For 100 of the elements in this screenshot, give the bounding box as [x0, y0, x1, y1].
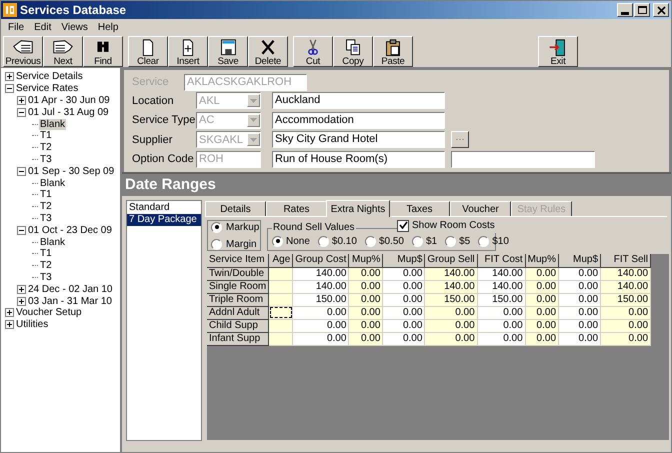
expand-icon[interactable]: [5, 308, 14, 318]
toolbar-button[interactable]: Insert: [168, 36, 208, 67]
toolbar-button[interactable]: Cut: [293, 36, 333, 67]
table-cell[interactable]: 0.00: [424, 306, 478, 319]
collapse-icon[interactable]: [5, 84, 14, 94]
tree-item[interactable]: 01 Apr - 30 Jun 09: [27, 94, 111, 106]
table-cell[interactable]: 0.00: [382, 293, 425, 306]
tree-item[interactable]: 01 Jul - 31 Aug 09: [27, 106, 110, 118]
table-cell[interactable]: 140.00: [600, 267, 651, 280]
toolbar-button[interactable]: Exit: [538, 36, 578, 67]
table-cell[interactable]: 0.00: [424, 332, 478, 345]
tree-item[interactable]: 01 Oct - 23 Dec 09: [27, 224, 113, 236]
radio-button[interactable]: [272, 236, 283, 246]
tree-item[interactable]: Voucher Setup: [15, 307, 83, 318]
tree-item[interactable]: T3: [39, 272, 53, 283]
table-cell[interactable]: 0.00: [348, 306, 383, 319]
table-cell[interactable]: 0.00: [382, 280, 425, 293]
table-cell[interactable]: 0.00: [348, 267, 383, 280]
table-cell[interactable]: 150.00: [424, 293, 478, 306]
table-cell[interactable]: 0.00: [348, 332, 383, 345]
tree-item[interactable]: Blank: [39, 118, 66, 130]
tree-item[interactable]: 24 Dec - 02 Jan 10: [27, 284, 114, 295]
menu-item[interactable]: Edit: [29, 20, 56, 34]
radio-button[interactable]: [211, 222, 222, 232]
tab[interactable]: Rates: [266, 201, 327, 216]
tree-item[interactable]: T1: [39, 189, 53, 200]
expand-icon[interactable]: [17, 296, 26, 306]
table-cell[interactable]: 0.00: [382, 319, 425, 332]
radio-button[interactable]: [445, 236, 456, 246]
table-cell[interactable]: 0.00: [382, 306, 425, 319]
toolbar-button[interactable]: Paste: [373, 36, 413, 67]
expand-icon[interactable]: [5, 72, 14, 82]
maximize-button[interactable]: [634, 3, 650, 17]
table-cell[interactable]: 0.00: [558, 332, 601, 345]
toolbar-button[interactable]: Clear: [128, 36, 168, 67]
tab[interactable]: Taxes: [389, 201, 450, 216]
toolbar-button[interactable]: Next: [43, 36, 83, 67]
table-cell[interactable]: 140.00: [424, 280, 478, 293]
menu-item[interactable]: Help: [92, 20, 124, 34]
radio-button[interactable]: [318, 236, 329, 246]
radio-button[interactable]: [478, 236, 490, 246]
table-cell[interactable]: 150.00: [600, 293, 651, 306]
tab[interactable]: Details: [205, 201, 266, 216]
expand-icon[interactable]: [17, 96, 26, 105]
list-item[interactable]: Standard: [127, 202, 201, 214]
table-cell[interactable]: 140.00: [292, 280, 349, 293]
table-cell[interactable]: 0.00: [600, 319, 651, 332]
tree-item[interactable]: T2: [39, 142, 53, 154]
tab[interactable]: Extra Nights: [326, 200, 390, 217]
table-cell[interactable]: 0.00: [348, 293, 383, 306]
toolbar-button[interactable]: Copy: [333, 36, 373, 67]
table-cell[interactable]: 0.00: [424, 319, 478, 332]
table-cell[interactable]: 0.00: [382, 332, 425, 345]
input-field[interactable]: Sky City Grand Hotel: [272, 131, 445, 148]
table-cell[interactable]: 0.00: [558, 293, 601, 306]
toolbar-button[interactable]: Delete: [248, 36, 288, 67]
toolbar-button[interactable]: Save: [208, 36, 248, 67]
tree-item[interactable]: Blank: [39, 236, 66, 248]
table-cell[interactable]: 0.00: [600, 332, 651, 345]
toolbar-button[interactable]: Find: [83, 36, 123, 67]
table-cell[interactable]: 140.00: [477, 280, 526, 293]
tree-item[interactable]: T2: [39, 201, 53, 212]
table-cell[interactable]: 140.00: [292, 267, 349, 280]
table-cell[interactable]: 0.00: [477, 306, 526, 319]
radio-button[interactable]: [211, 238, 222, 250]
tree-item[interactable]: T1: [39, 130, 53, 142]
tree-item[interactable]: T3: [39, 212, 53, 224]
table-cell[interactable]: 0.00: [292, 319, 349, 332]
radio-button[interactable]: [412, 236, 423, 246]
radio-button[interactable]: [364, 236, 376, 246]
table-cell[interactable]: 150.00: [292, 293, 349, 306]
tree-item[interactable]: Service Rates: [15, 83, 80, 94]
tab[interactable]: Voucher: [450, 201, 511, 216]
collapse-icon[interactable]: [17, 166, 26, 176]
list-item[interactable]: 7 Day Package: [127, 214, 201, 226]
table-cell[interactable]: 0.00: [558, 306, 601, 319]
tree-item[interactable]: Service Details: [15, 71, 84, 82]
input-field[interactable]: Run of House Room(s): [272, 150, 445, 168]
table-cell[interactable]: 0.00: [558, 280, 601, 293]
tree-item[interactable]: 03 Jan - 31 Mar 10: [27, 296, 113, 307]
table-cell[interactable]: 140.00: [477, 267, 526, 280]
toolbar-button[interactable]: Previous: [3, 36, 43, 67]
input-field[interactable]: Auckland: [272, 92, 445, 110]
table-cell[interactable]: 150.00: [477, 293, 526, 306]
table-cell[interactable]: 0.00: [382, 267, 425, 280]
checkbox[interactable]: [397, 220, 409, 232]
minimize-button[interactable]: [617, 3, 633, 17]
collapse-icon[interactable]: [17, 108, 26, 117]
table-cell[interactable]: 0.00: [477, 332, 526, 345]
collapse-icon[interactable]: [17, 226, 26, 235]
menu-item[interactable]: File: [3, 20, 30, 34]
tree-item[interactable]: T1: [39, 248, 53, 260]
table-cell[interactable]: 0.00: [348, 280, 383, 293]
tree-item[interactable]: 01 Sep - 30 Sep 09: [27, 166, 116, 177]
table-cell[interactable]: 0.00: [600, 306, 651, 319]
input-field[interactable]: Accommodation: [272, 112, 445, 129]
table-cell[interactable]: 0.00: [558, 319, 601, 332]
table-cell[interactable]: 140.00: [424, 267, 478, 280]
table-cell[interactable]: 0.00: [477, 319, 526, 332]
table-cell[interactable]: 0.00: [292, 332, 349, 345]
